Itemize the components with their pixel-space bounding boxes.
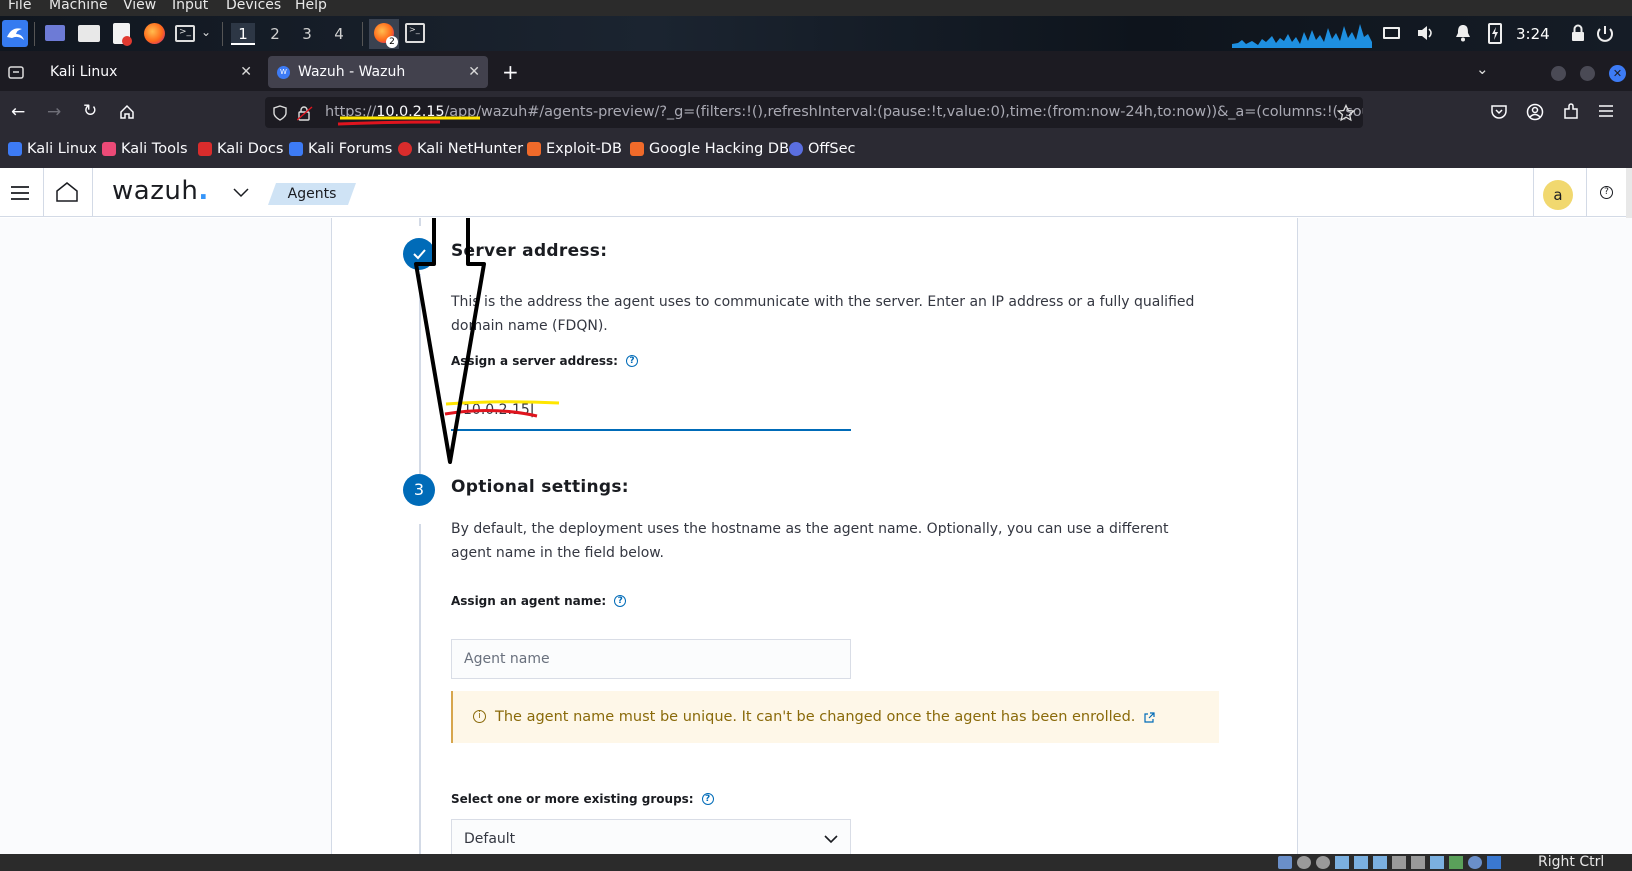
- power-icon[interactable]: [1596, 25, 1620, 43]
- help-icon[interactable]: ?: [701, 793, 714, 805]
- insecure-lock-icon[interactable]: [297, 105, 313, 121]
- maximize-button[interactable]: [1580, 66, 1595, 81]
- bookmarks-toolbar: Kali Linux Kali Tools Kali Docs Kali For…: [0, 134, 1632, 168]
- bookmark-kali-linux[interactable]: Kali Linux: [8, 141, 97, 157]
- extensions-icon[interactable]: [1562, 103, 1580, 121]
- kali-panel: >_ ⌄ 1 2 3 4 2 >_ 3:24: [0, 16, 1632, 51]
- menu-toggle-icon[interactable]: [11, 186, 29, 200]
- window-count-badge: 2: [386, 36, 398, 48]
- display-icon[interactable]: [1383, 27, 1400, 39]
- vm-menu-view[interactable]: View: [123, 0, 156, 12]
- step-number: 3: [403, 474, 435, 506]
- terminal-icon[interactable]: >_: [175, 25, 195, 42]
- bookmark-exploit-db[interactable]: Exploit-DB: [527, 141, 622, 157]
- bookmark-kali-tools[interactable]: Kali Tools: [102, 141, 188, 157]
- window-close-button[interactable]: ✕: [1609, 65, 1626, 82]
- file-manager-icon[interactable]: [78, 25, 100, 42]
- bookmark-kali-nethunter[interactable]: Kali NetHunter: [398, 141, 523, 157]
- vm-menu-file[interactable]: File: [8, 0, 31, 12]
- close-icon[interactable]: ✕: [468, 56, 480, 88]
- bookmark-offsec[interactable]: OffSec: [789, 141, 856, 157]
- lock-icon[interactable]: [1571, 24, 1585, 42]
- tab-label: Wazuh - Wazuh: [298, 64, 406, 80]
- forward-arrow-icon[interactable]: →: [47, 102, 61, 122]
- help-icon[interactable]: ?: [1600, 186, 1613, 199]
- bookmark-star-icon[interactable]: [1337, 104, 1355, 122]
- list-all-tabs-icon[interactable]: ⌄: [1476, 60, 1489, 78]
- home-icon[interactable]: [56, 182, 78, 202]
- tab-label: Kali Linux: [50, 64, 118, 80]
- info-icon: i: [473, 710, 486, 723]
- nav-bar: ← → ↻ https://10.0.2.15/app/wazuh#/agent…: [0, 91, 1632, 134]
- taskbar-terminal[interactable]: >_: [405, 23, 425, 43]
- agent-name-label: Assign an agent name: ?: [451, 594, 627, 608]
- tab-kali-linux[interactable]: Kali Linux ✕: [40, 56, 260, 88]
- optional-settings-title: Optional settings:: [451, 477, 629, 497]
- vm-menu-input[interactable]: Input: [172, 0, 208, 12]
- clock[interactable]: 3:24: [1516, 25, 1550, 43]
- notifications-bell-icon[interactable]: [1455, 24, 1471, 42]
- groups-select[interactable]: Default: [451, 819, 851, 854]
- vm-menu-devices[interactable]: Devices: [226, 0, 281, 12]
- wazuh-favicon-icon: W: [277, 66, 290, 79]
- tab-wazuh[interactable]: W Wazuh - Wazuh ✕: [268, 56, 488, 88]
- help-icon[interactable]: ?: [614, 595, 627, 607]
- bookmark-kali-forums[interactable]: Kali Forums: [289, 141, 392, 157]
- groups-label: Select one or more existing groups: ?: [451, 792, 714, 806]
- tab-bar: Kali Linux ✕ W Wazuh - Wazuh ✕ + ⌄ ✕: [0, 51, 1632, 91]
- url-annotation-marks: [337, 116, 480, 126]
- help-icon[interactable]: ?: [625, 355, 638, 367]
- optional-settings-description: By default, the deployment uses the host…: [451, 521, 1169, 561]
- agent-name-warning-callout: i The agent name must be unique. It can'…: [451, 691, 1219, 743]
- reload-icon[interactable]: ↻: [83, 101, 97, 121]
- vm-menubar: File Machine View Input Devices Help: [0, 0, 1632, 16]
- vm-menu-machine[interactable]: Machine: [49, 0, 108, 12]
- kali-menu-icon[interactable]: [2, 20, 28, 47]
- chevron-down-icon: [824, 835, 838, 844]
- workspace-3[interactable]: 3: [295, 23, 319, 45]
- battery-icon[interactable]: [1488, 23, 1502, 44]
- agent-name-input[interactable]: Agent name: [451, 639, 851, 679]
- annotation-arrow: [414, 218, 486, 464]
- tab-list-icon[interactable]: [8, 64, 24, 80]
- workspace-2[interactable]: 2: [263, 23, 287, 45]
- vm-statusbar: Right Ctrl: [0, 854, 1632, 871]
- breadcrumb-agents[interactable]: Agents: [268, 183, 356, 205]
- pocket-icon[interactable]: [1490, 104, 1508, 120]
- avatar[interactable]: a: [1543, 180, 1573, 210]
- host-key-label: Right Ctrl: [1538, 854, 1605, 870]
- firefox-icon[interactable]: [144, 23, 165, 44]
- wazuh-header: wazuh. Agents a ?: [0, 168, 1632, 217]
- vm-device-icons: [1278, 856, 1528, 869]
- minimize-button[interactable]: [1551, 66, 1566, 81]
- text-editor-icon[interactable]: [113, 23, 132, 46]
- wazuh-logo[interactable]: wazuh.: [112, 176, 209, 206]
- taskbar-firefox[interactable]: 2: [369, 19, 399, 49]
- chevron-down-icon[interactable]: [233, 188, 249, 198]
- account-icon[interactable]: [1526, 103, 1544, 121]
- home-icon[interactable]: [119, 104, 135, 120]
- close-icon[interactable]: ✕: [240, 56, 252, 88]
- workspace-4[interactable]: 4: [327, 23, 351, 45]
- back-arrow-icon[interactable]: ←: [11, 102, 25, 122]
- bookmark-google-hacking-db[interactable]: Google Hacking DB: [630, 141, 789, 157]
- desktop-icon[interactable]: [45, 25, 65, 41]
- hamburger-menu-icon[interactable]: [1598, 104, 1614, 118]
- volume-icon[interactable]: [1417, 25, 1435, 41]
- external-link-icon[interactable]: [1144, 711, 1155, 723]
- bookmark-kali-docs[interactable]: Kali Docs: [198, 141, 283, 157]
- cpu-graph: [1232, 24, 1372, 48]
- chevron-down-icon[interactable]: ⌄: [201, 25, 211, 39]
- vm-menu-help[interactable]: Help: [295, 0, 327, 12]
- main-content: Server address: This is the address the …: [0, 218, 1632, 854]
- server-address-description: This is the address the agent uses to co…: [451, 294, 1195, 334]
- new-tab-button[interactable]: +: [502, 60, 519, 84]
- workspace-1[interactable]: 1: [231, 23, 255, 45]
- shield-icon[interactable]: [273, 105, 287, 121]
